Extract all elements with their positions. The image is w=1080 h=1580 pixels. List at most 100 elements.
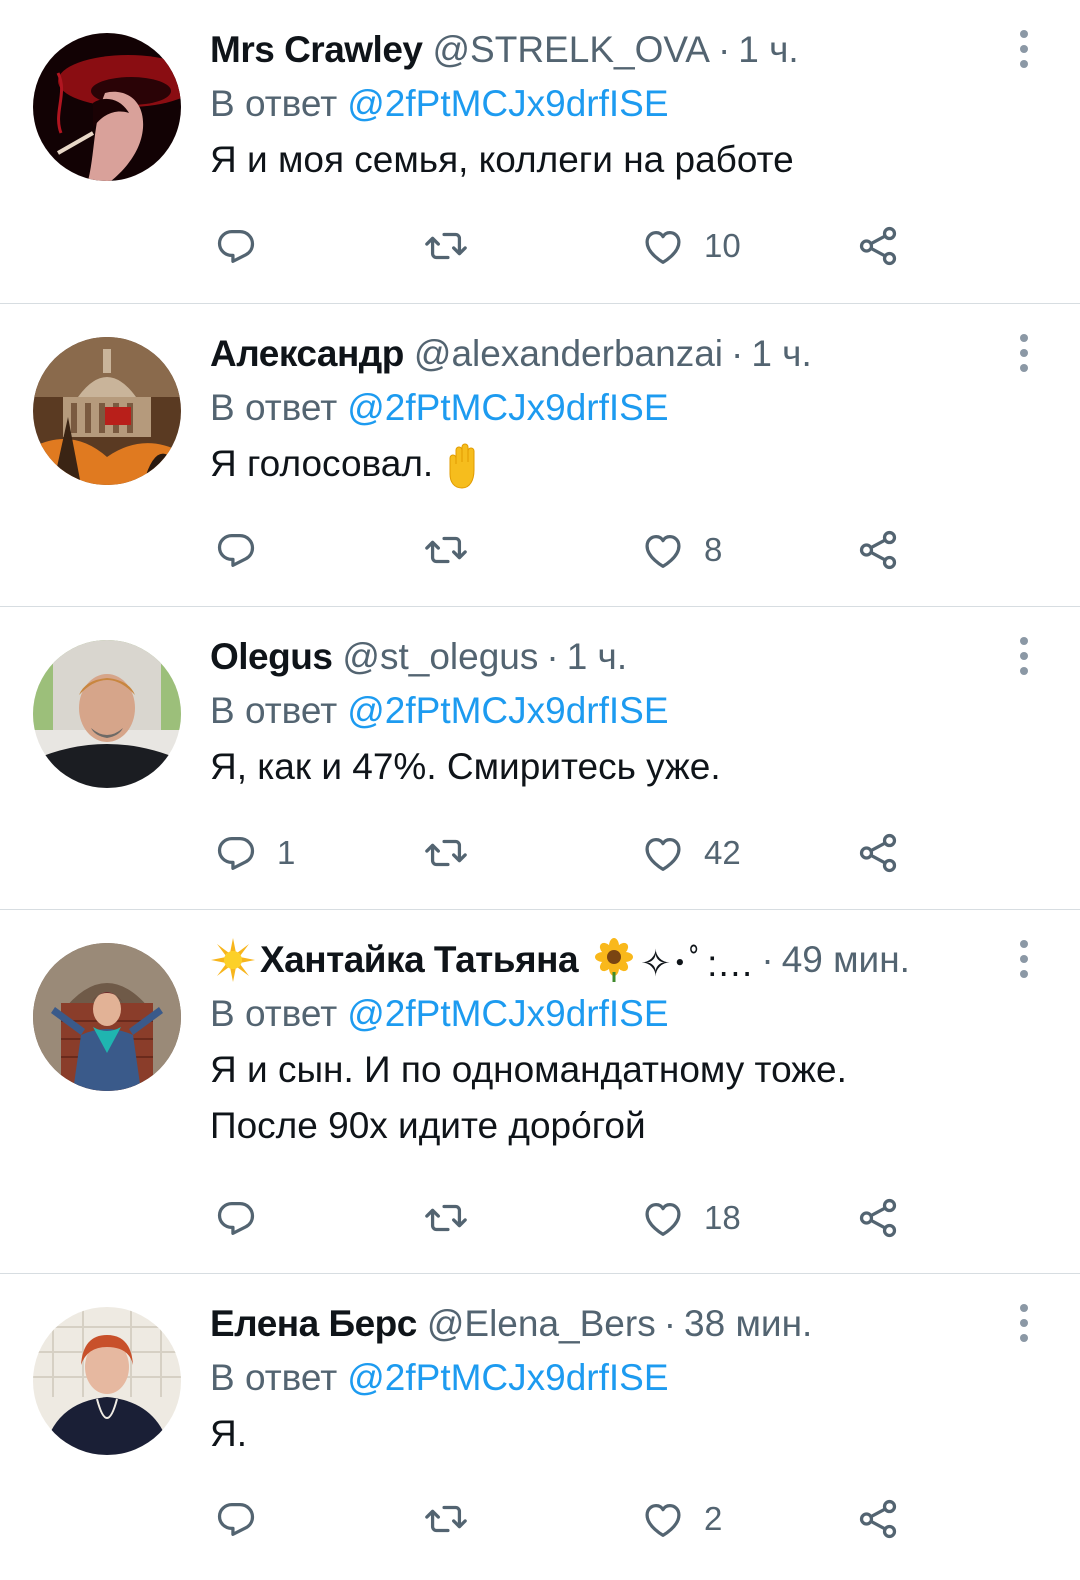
- share-icon: [855, 830, 901, 876]
- tweet-text: Я, как и 47%. Смиритесь уже.: [210, 739, 1040, 795]
- tweet[interactable]: Елена Берс @Elena_Bers · 38 мин. В ответ…: [0, 1274, 1080, 1580]
- user-handle[interactable]: @alexanderbanzai: [414, 333, 723, 375]
- tweet-text: Я.: [210, 1406, 1040, 1462]
- replying-to-link[interactable]: @2fPtMCJx9drfISE: [347, 993, 668, 1035]
- tweet[interactable]: Александр @alexanderbanzai · 1 ч. В отве…: [0, 304, 1080, 607]
- action-bar: 8: [210, 526, 1080, 574]
- user-handle[interactable]: @st_olegus: [342, 636, 538, 678]
- like-count: 2: [704, 1500, 723, 1537]
- reply-icon: [213, 223, 259, 269]
- timestamp[interactable]: 1 ч.: [738, 29, 798, 71]
- share-button[interactable]: [855, 526, 901, 574]
- more-icon[interactable]: [1016, 1304, 1032, 1344]
- replying-to-link[interactable]: @2fPtMCJx9drfISE: [347, 690, 668, 732]
- retweet-button[interactable]: [423, 829, 487, 877]
- share-button[interactable]: [855, 1194, 901, 1242]
- like-button[interactable]: 2: [640, 1495, 722, 1543]
- replying-to: В ответ @2fPtMCJx9drfISE: [210, 380, 1040, 436]
- avatar[interactable]: [33, 33, 181, 181]
- user-handle[interactable]: @STRELK_OVA: [433, 29, 710, 71]
- avatar[interactable]: [33, 337, 181, 485]
- avatar[interactable]: [33, 640, 181, 788]
- like-count: 8: [704, 531, 723, 568]
- reply-button[interactable]: [213, 526, 277, 574]
- tweet-header: Александр @alexanderbanzai · 1 ч.: [210, 328, 1040, 380]
- more-icon[interactable]: [1016, 940, 1032, 980]
- display-name[interactable]: Хантайка Татьяна: [260, 939, 579, 981]
- reply-button[interactable]: [213, 1495, 277, 1543]
- display-name[interactable]: Александр: [210, 333, 404, 375]
- avatar-image: [33, 640, 181, 788]
- tweet[interactable]: Mrs Crawley @STRELK_OVA · 1 ч. В ответ @…: [0, 0, 1080, 304]
- retweet-button[interactable]: [423, 1495, 487, 1543]
- like-icon: [640, 830, 686, 876]
- reply-button[interactable]: [213, 222, 277, 270]
- tweet-header: Olegus @st_olegus · 1 ч.: [210, 631, 1040, 683]
- share-icon: [855, 527, 901, 573]
- raised-hand-emoji-icon: [449, 443, 474, 489]
- tweet-text-line: После 90х идите доро́гой: [210, 1105, 646, 1146]
- tweet-header: Елена Берс @Elena_Bers · 38 мин.: [210, 1298, 1040, 1350]
- action-bar: 18: [210, 1194, 1080, 1242]
- like-button[interactable]: 42: [640, 829, 741, 877]
- replying-to-link[interactable]: @2fPtMCJx9drfISE: [347, 83, 668, 125]
- like-button[interactable]: 10: [640, 222, 741, 270]
- retweet-button[interactable]: [423, 222, 487, 270]
- more-icon[interactable]: [1016, 334, 1032, 374]
- replying-to-label: В ответ: [210, 993, 338, 1034]
- action-bar: 2: [210, 1495, 1080, 1543]
- retweet-button[interactable]: [423, 1194, 487, 1242]
- avatar-image: [33, 943, 181, 1091]
- more-icon[interactable]: [1016, 30, 1032, 70]
- tweet[interactable]: Хантайка Татьяна ✧･ﾟ:… · 49 мин. В ответ…: [0, 910, 1080, 1274]
- timestamp[interactable]: 38 мин.: [684, 1303, 812, 1345]
- reply-button[interactable]: [213, 1194, 277, 1242]
- reply-button[interactable]: 1: [213, 829, 295, 877]
- display-name[interactable]: Елена Берс: [210, 1303, 417, 1345]
- like-icon: [640, 1496, 686, 1542]
- replying-to-label: В ответ: [210, 83, 338, 124]
- replying-to: В ответ @2fPtMCJx9drfISE: [210, 986, 1040, 1042]
- share-button[interactable]: [855, 829, 901, 877]
- separator-dot: ·: [717, 29, 731, 70]
- tweet-text-line: Я и сын. И по одномандатному тоже.: [210, 1049, 847, 1090]
- action-bar: 10: [210, 222, 1080, 270]
- tweet-text-content: Я голосовал.: [210, 443, 434, 484]
- tweet-text-line: Я голосовал.: [210, 436, 1040, 492]
- tweet-text-line: Я, как и 47%. Смиритесь уже.: [210, 746, 721, 787]
- replying-to-link[interactable]: @2fPtMCJx9drfISE: [347, 387, 668, 429]
- tweet-text-line: Я.: [210, 1413, 247, 1454]
- more-icon[interactable]: [1016, 637, 1032, 677]
- reply-count: 1: [277, 834, 296, 871]
- retweet-icon: [423, 527, 469, 573]
- replying-to: В ответ @2fPtMCJx9drfISE: [210, 76, 1040, 132]
- like-count: 10: [704, 227, 741, 264]
- share-button[interactable]: [855, 222, 901, 270]
- like-icon: [640, 1195, 686, 1241]
- avatar-image: [33, 33, 181, 181]
- like-icon: [640, 223, 686, 269]
- user-handle[interactable]: @Elena_Bers: [427, 1303, 656, 1345]
- reply-icon: [213, 1195, 259, 1241]
- like-count: 18: [704, 1199, 741, 1236]
- retweet-icon: [423, 223, 469, 269]
- timestamp[interactable]: 1 ч.: [751, 333, 811, 375]
- sun-emoji-icon: [211, 938, 255, 982]
- timestamp[interactable]: 1 ч.: [567, 636, 627, 678]
- like-button[interactable]: 18: [640, 1194, 741, 1242]
- replying-to-link[interactable]: @2fPtMCJx9drfISE: [347, 1357, 668, 1399]
- timestamp[interactable]: 49 мин.: [782, 939, 910, 981]
- reply-feed: Mrs Crawley @STRELK_OVA · 1 ч. В ответ @…: [0, 0, 1080, 1580]
- retweet-button[interactable]: [423, 526, 487, 574]
- display-name-suffix: ✧･ﾟ:…: [640, 943, 754, 984]
- display-name[interactable]: Olegus: [210, 636, 333, 678]
- replying-to: В ответ @2fPtMCJx9drfISE: [210, 683, 1040, 739]
- avatar[interactable]: [33, 943, 181, 1091]
- replying-to: В ответ @2fPtMCJx9drfISE: [210, 1350, 1040, 1406]
- display-name[interactable]: Mrs Crawley: [210, 29, 423, 71]
- tweet[interactable]: Olegus @st_olegus · 1 ч. В ответ @2fPtMC…: [0, 607, 1080, 910]
- reply-icon: [213, 527, 259, 573]
- avatar[interactable]: [33, 1307, 181, 1455]
- share-button[interactable]: [855, 1495, 901, 1543]
- like-button[interactable]: 8: [640, 526, 722, 574]
